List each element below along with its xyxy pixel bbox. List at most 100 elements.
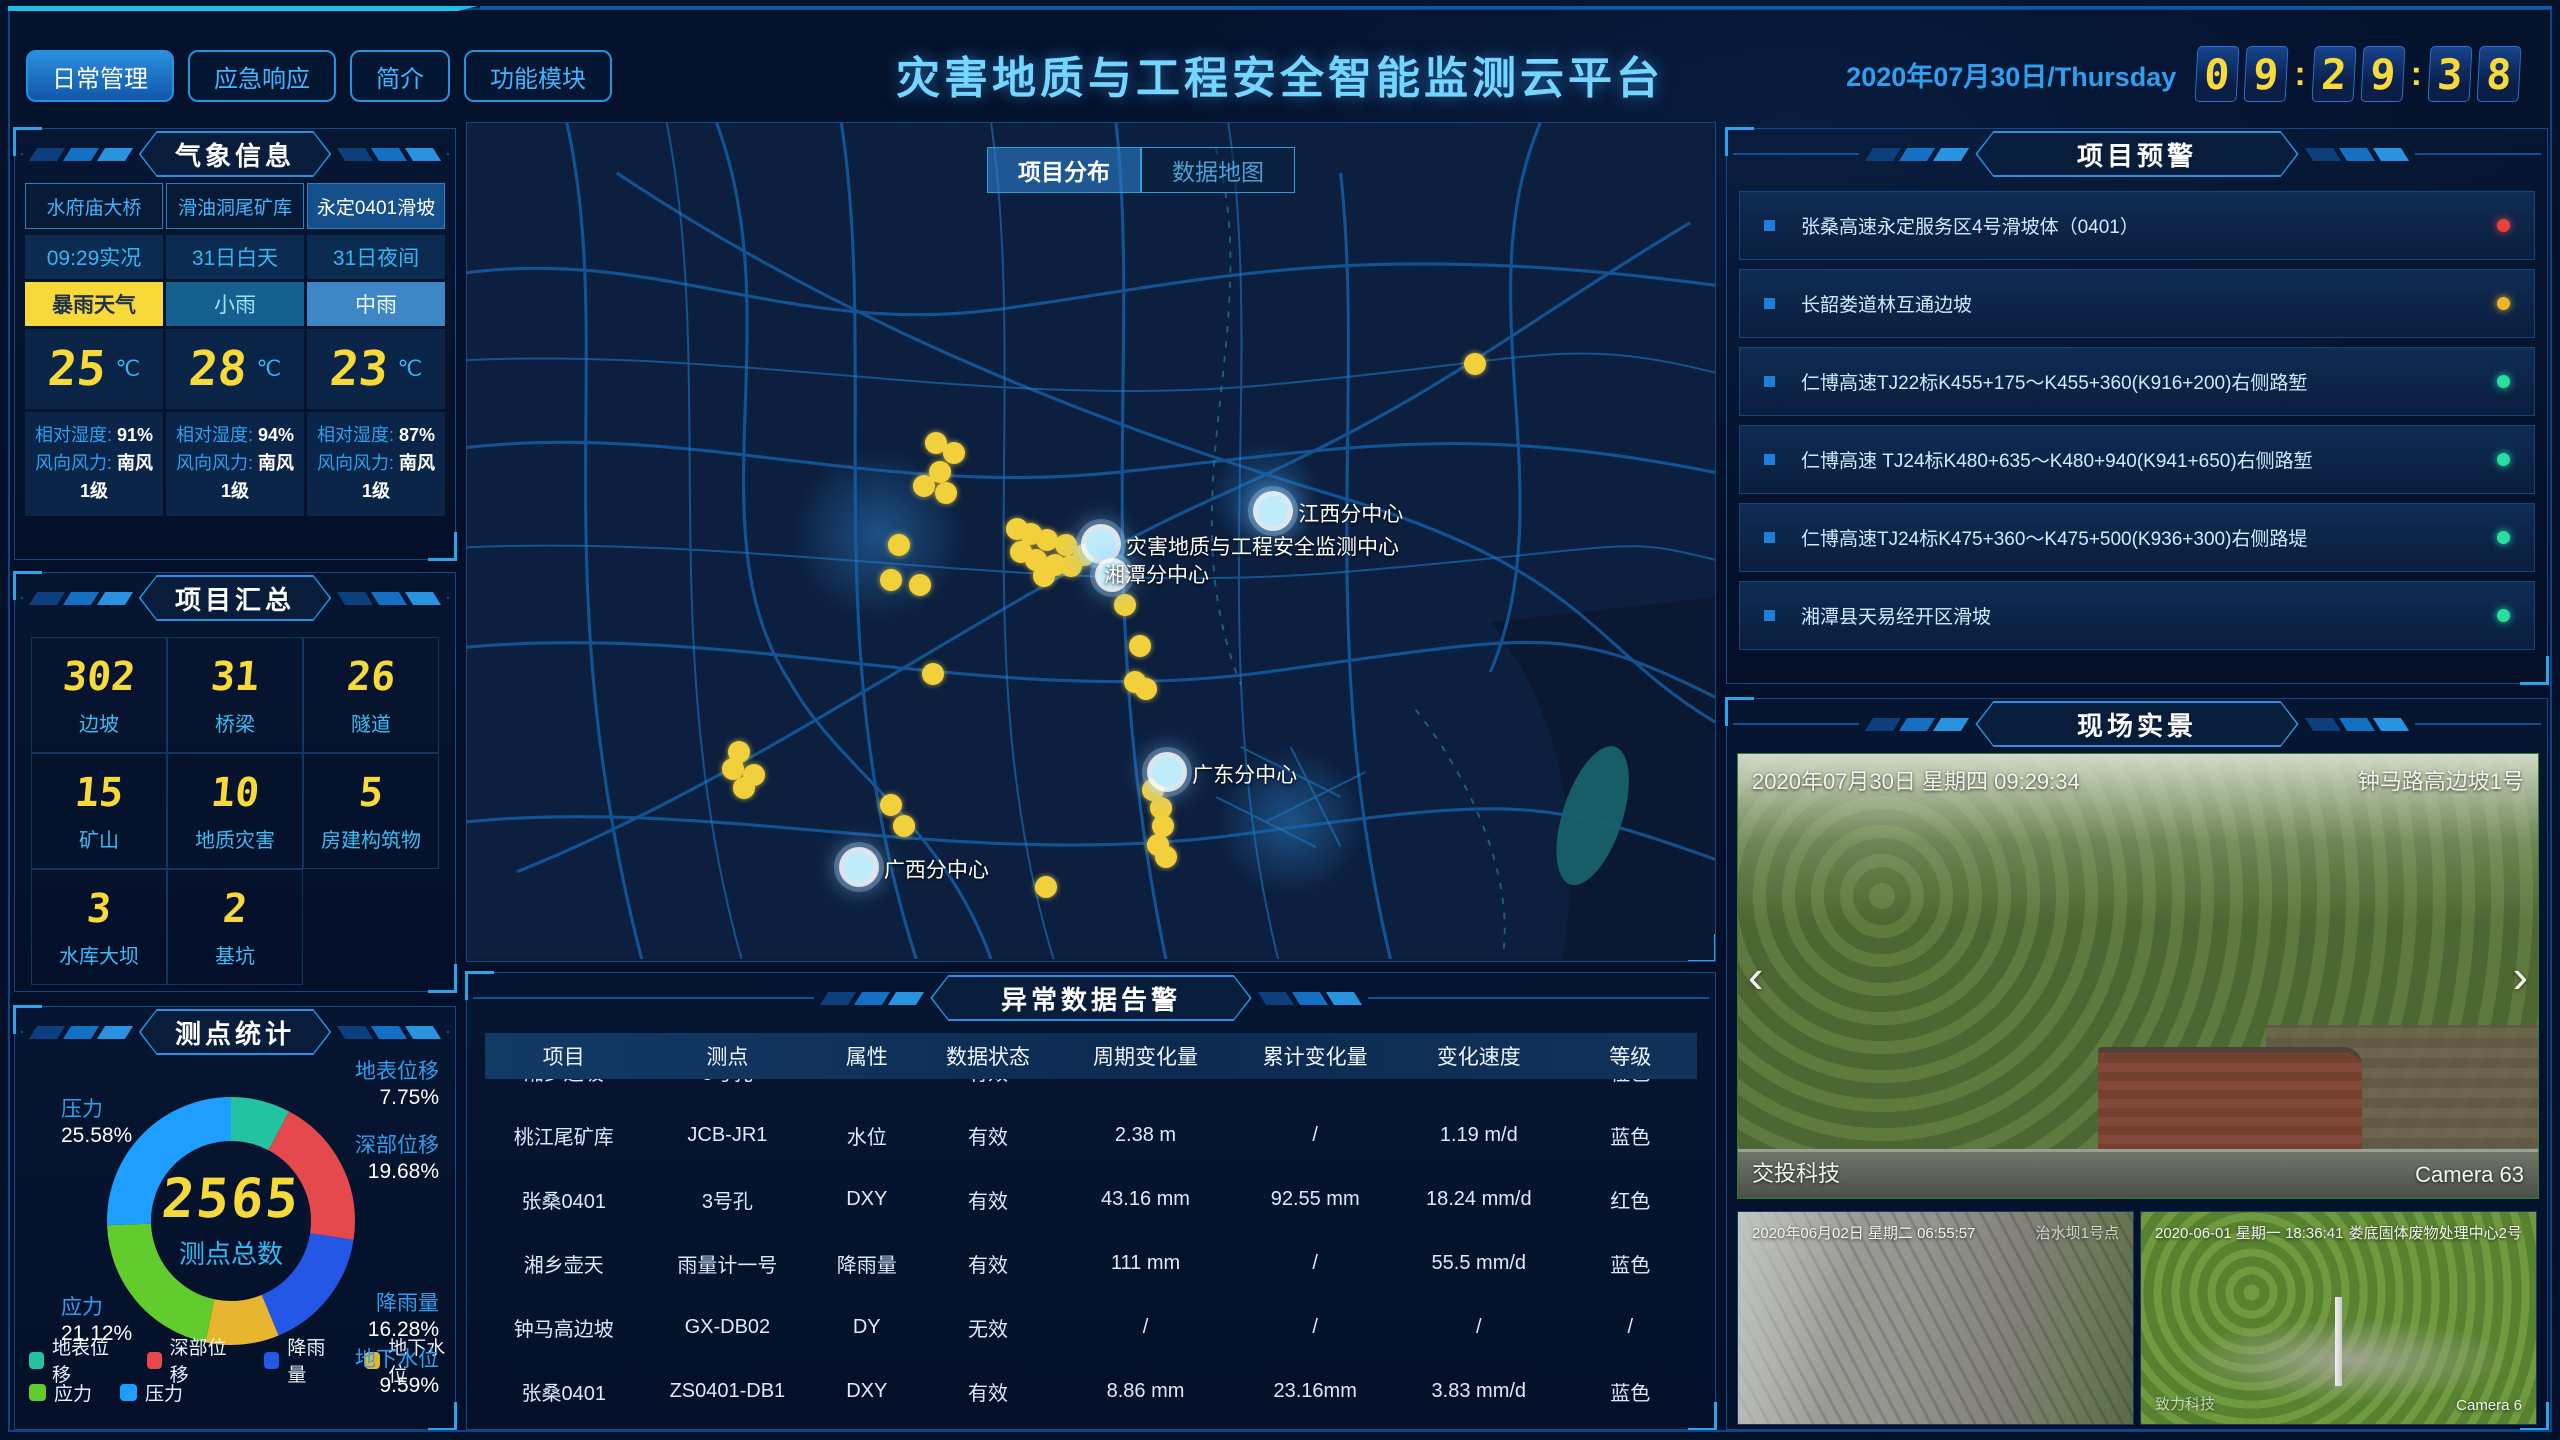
center-dot-icon (1152, 757, 1182, 787)
small-camera-view-1[interactable]: 2020年06月02日 星期二 06:55:57 治水坝1号点 (1737, 1211, 2134, 1425)
camera-brand-watermark: 致力科技 (2155, 1393, 2215, 1414)
status-dot-icon (2497, 609, 2510, 622)
project-dot[interactable] (893, 815, 915, 837)
weather-grid: 09:29实况 暴雨天气 25℃ 相对湿度: 91% 风向风力: 南风1级 31… (25, 235, 445, 516)
digital-clock: 0 9 : 2 9 : 3 8 (2196, 46, 2520, 102)
live-cameras-panel: 现场实景 2020年07月30日 星期四 09:29:34 钟马路高边坡1号 交… (1726, 698, 2548, 1430)
clock-digit: 2 (2311, 46, 2356, 102)
clock-digit: 3 (2428, 46, 2473, 102)
callout-stress: 应力21.12% (61, 1295, 132, 1348)
center-dot-icon (844, 852, 874, 882)
project-dot[interactable] (1155, 846, 1177, 868)
center-marker-jiangxi[interactable]: 江西分中心 (1258, 496, 1288, 526)
bullet-icon (1764, 220, 1775, 231)
weather-col-tomorrow-night: 31日夜间 中雨 23℃ 相对湿度: 87% 风向风力: 南风1级 (307, 235, 445, 516)
legend-item[interactable]: 压力 (120, 1379, 183, 1406)
project-dot[interactable] (943, 442, 965, 464)
bullet-icon (1764, 298, 1775, 309)
camera-name: 治水坝1号点 (2036, 1222, 2119, 1243)
table-row[interactable]: 湘乡壶天雨量计一号 降雨量有效 111 mm/ 55.5 mm/d蓝色 (485, 1231, 1697, 1295)
callout-deep-displacement: 深部位移19.68% (355, 1133, 439, 1186)
camera-brand-watermark: 交投科技 (1752, 1156, 1840, 1188)
alerts-panel-title: 异常数据告警 (932, 977, 1249, 1019)
warning-list-item[interactable]: 长韶娄道林互通边坡 (1739, 269, 2535, 338)
project-dot[interactable] (1033, 565, 1055, 587)
clock-digit: 0 (2195, 46, 2240, 102)
point-stats-title: 测点统计 (141, 1011, 330, 1053)
project-warnings-panel: 项目预警 张桑高速永定服务区4号滑坡体（0401） 长韶娄道林互通边坡 仁博高速… (1726, 128, 2548, 684)
clock-digit: 8 (2477, 46, 2522, 102)
center-dot-icon (1258, 496, 1288, 526)
clock-digit: 9 (2360, 46, 2405, 102)
project-dot[interactable] (1114, 594, 1136, 616)
warning-list-item[interactable]: 湘潭县天易经开区滑坡 (1739, 581, 2535, 650)
weather-tab-huayoudong[interactable]: 滑油洞尾矿库 (166, 183, 304, 229)
status-dot-icon (2497, 375, 2510, 388)
weather-tab-yongding0401[interactable]: 永定0401滑坡 (307, 183, 445, 229)
warning-list-item[interactable]: 仁博高速TJ22标K455+175～K455+360(K916+200)右侧路堑 (1739, 347, 2535, 416)
weather-station-tabs: 水府庙大桥 滑油洞尾矿库 永定0401滑坡 (25, 183, 445, 229)
weather-col-tomorrow-day: 31日白天 小雨 28℃ 相对湿度: 94% 风向风力: 南风1级 (166, 235, 304, 516)
table-row[interactable]: 张桑04013号孔 DXY有效 43.16 mm92.55 mm 18.24 m… (485, 1167, 1697, 1231)
warning-list-item[interactable]: 张桑高速永定服务区4号滑坡体（0401） (1739, 191, 2535, 260)
map-tab-project-distribution[interactable]: 项目分布 (987, 147, 1141, 193)
table-row[interactable]: 桃江尾矿库JCB-JR1 水位有效 2.38 m/ 1.19 m/d蓝色 (485, 1103, 1697, 1167)
camera-id: Camera 63 (2415, 1162, 2524, 1188)
warning-list-item[interactable]: 仁博高速 TJ24标K480+635～K480+940(K941+650)右侧路… (1739, 425, 2535, 494)
map-tab-data-map[interactable]: 数据地图 (1141, 147, 1295, 193)
map-tabs: 项目分布 数据地图 (987, 147, 1295, 193)
project-dot[interactable] (880, 569, 902, 591)
project-dot[interactable] (1129, 635, 1151, 657)
weather-time-label: 31日白天 (166, 235, 304, 279)
brick-building-shape (2098, 1047, 2362, 1162)
abnormal-data-alerts-panel: 异常数据告警 项目测点 属性数据状态 周期变化量累计变化量 变化速度等级 湘乡边… (466, 972, 1716, 1430)
small-camera-view-2[interactable]: 2020-06-01 星期一 18:36:41 娄底固体废物处理中心2号 致力科… (2140, 1211, 2537, 1425)
weather-temperature: 23℃ (307, 329, 445, 409)
project-dot[interactable] (922, 663, 944, 685)
summary-item-mine: 15矿山 (31, 753, 167, 869)
warnings-panel-title: 项目预警 (1977, 133, 2296, 175)
clock-digit: 9 (2244, 46, 2289, 102)
summary-item-empty (303, 869, 439, 985)
date-label: 2020年07月30日/Thursday (1846, 55, 2176, 94)
project-dot[interactable] (909, 574, 931, 596)
project-dot[interactable] (1135, 678, 1157, 700)
camera-id: Camera 6 (2456, 1397, 2522, 1414)
table-row[interactable]: 张桑0401ZS0401-DB1 DXY有效 8.86 mm23.16mm 3.… (485, 1359, 1697, 1423)
table-row[interactable]: 钟马高边坡GX-DB02 DY无效 // // (485, 1295, 1697, 1359)
weather-tab-shuifumiao[interactable]: 水府庙大桥 (25, 183, 163, 229)
clock-colon: : (2411, 55, 2422, 94)
summary-item-pit: 2基坑 (167, 869, 303, 985)
carousel-prev-icon[interactable]: ‹ (1748, 949, 1763, 1003)
donut-center-total: 2565 测点总数 (81, 1167, 381, 1271)
table-row[interactable]: 湘乡边坡5号孔 DXY有效 10.12 mm15.47 5.46 mm/d橙色 (485, 1079, 1697, 1103)
center-marker-guangxi[interactable]: 广西分中心 (844, 852, 874, 882)
project-dot[interactable] (913, 475, 935, 497)
project-dot[interactable] (888, 534, 910, 556)
warning-list-item[interactable]: 仁博高速TJ24标K475+360～K475+500(K936+300)右侧路堤 (1739, 503, 2535, 572)
summary-item-slope: 302边坡 (31, 637, 167, 753)
main-camera-view[interactable]: 2020年07月30日 星期四 09:29:34 钟马路高边坡1号 交投科技 C… (1737, 753, 2539, 1199)
status-dot-icon (2497, 297, 2510, 310)
point-stats-panel: 测点统计 2565 测点总数 地表位移7.75% 深部位移19.68% 降雨量1… (14, 1006, 456, 1430)
weather-temperature: 28℃ (166, 329, 304, 409)
status-dot-icon (2497, 453, 2510, 466)
summary-item-bridge: 31桥梁 (167, 637, 303, 753)
legend-item[interactable]: 降雨量 (264, 1333, 337, 1387)
center-marker-hq[interactable]: 灾害地质与工程安全监测中心 湘潭分中心 (1086, 529, 1116, 559)
center-marker-guangdong[interactable]: 广东分中心 (1152, 757, 1182, 787)
weather-condition: 暴雨天气 (25, 282, 163, 326)
status-dot-icon (2497, 219, 2510, 232)
app-header: 日常管理 应急响应 简介 功能模块 灾害地质与工程安全智能监测云平台 2020年… (26, 16, 2534, 116)
bullet-icon (1764, 532, 1775, 543)
camera-name: 娄底固体废物处理中心2号 (2349, 1222, 2522, 1243)
bullet-icon (1764, 376, 1775, 387)
donut-legend-row-2: 应力 压力 (29, 1379, 183, 1406)
status-dot-icon (2497, 531, 2510, 544)
weather-col-now: 09:29实况 暴雨天气 25℃ 相对湿度: 91% 风向风力: 南风1级 (25, 235, 163, 516)
alerts-table-body[interactable]: 湘乡边坡5号孔 DXY有效 10.12 mm15.47 5.46 mm/d橙色 … (485, 1079, 1697, 1423)
carousel-next-icon[interactable]: › (2513, 949, 2528, 1003)
legend-item[interactable]: 应力 (29, 1379, 92, 1406)
summary-item-geohazard: 10地质灾害 (167, 753, 303, 869)
weather-time-label: 31日夜间 (307, 235, 445, 279)
